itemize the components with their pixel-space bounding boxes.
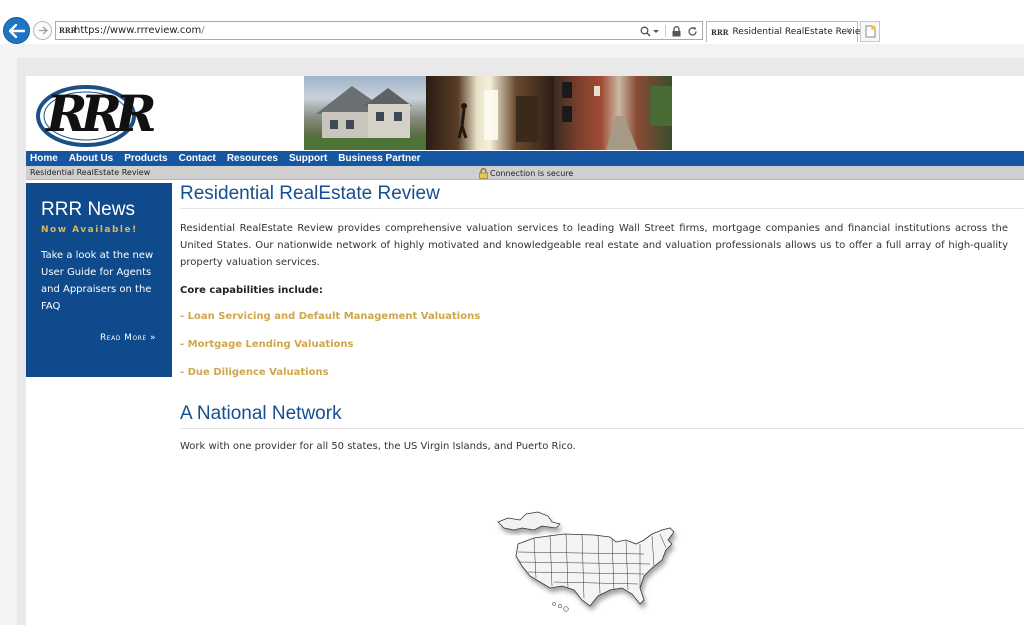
us-map-image [494, 504, 690, 614]
news-badge: Now Available! [41, 225, 138, 235]
site-favicon: RRR [59, 26, 77, 35]
address-bar[interactable]: RRR https://www.rrreview.com/ [55, 21, 703, 40]
search-icon [640, 26, 651, 37]
web-page: RRR Home About Us Products Contact Resou… [26, 76, 1024, 625]
forward-button[interactable] [33, 21, 52, 40]
header-banner [304, 76, 672, 150]
lock-icon [672, 25, 681, 36]
breadcrumb: Residential RealEstate Review [30, 168, 151, 177]
browser-chrome: RRR https://www.rrreview.com/ RRR Reside… [0, 0, 1024, 44]
capability-item[interactable]: - Due Diligence Valuations [180, 367, 1024, 378]
intro-paragraph: Residential RealEstate Review provides c… [180, 223, 1008, 268]
nav-contact[interactable]: Contact [179, 153, 216, 164]
nav-resources[interactable]: Resources [227, 153, 278, 164]
main-content: Residential RealEstate Review Residentia… [180, 183, 1024, 452]
news-title: RRR News [41, 199, 135, 220]
site-logo[interactable]: RRR [34, 80, 157, 148]
url-host: https://www.rrreview.com [74, 25, 202, 36]
refresh-button[interactable] [687, 26, 698, 37]
nav-about-us[interactable]: About Us [69, 153, 113, 164]
secure-text: Connection is secure [490, 168, 574, 178]
news-blurb: Take a look at the new User Guide for Ag… [41, 250, 154, 312]
address-tools [640, 24, 698, 38]
house-photo [304, 76, 426, 150]
interior-photo [426, 76, 554, 150]
search-button[interactable] [640, 26, 659, 37]
new-tab-icon [865, 25, 875, 38]
new-tab-button[interactable] [860, 21, 880, 42]
dropdown-arrow-icon [653, 29, 659, 33]
news-box: RRR News Now Available! Take a look at t… [26, 183, 172, 377]
core-capabilities-heading: Core capabilities include: [180, 285, 323, 296]
status-bar: Residential RealEstate Review Connection… [26, 166, 1024, 180]
nav-home[interactable]: Home [30, 153, 58, 164]
nav-products[interactable]: Products [124, 153, 167, 164]
nav-support[interactable]: Support [289, 153, 327, 164]
close-icon[interactable]: × [846, 25, 852, 37]
lock-icon [479, 167, 488, 179]
back-button[interactable] [3, 17, 30, 44]
back-arrow-icon [8, 23, 25, 38]
browser-tab-active[interactable]: RRR Residential RealEstate Review × [706, 21, 868, 42]
network-title: A National Network [180, 403, 1024, 429]
refresh-icon [688, 26, 697, 36]
url-path: / [201, 25, 205, 36]
street-photo [554, 76, 672, 150]
page-title: Residential RealEstate Review [180, 183, 1024, 209]
forward-arrow-icon [38, 26, 48, 35]
capabilities-list: - Loan Servicing and Default Management … [180, 311, 1024, 378]
network-paragraph: Work with one provider for all 50 states… [180, 441, 576, 452]
tools-divider [665, 25, 666, 37]
capability-item[interactable]: - Loan Servicing and Default Management … [180, 311, 1024, 322]
main-nav: Home About Us Products Contact Resources… [26, 151, 1024, 166]
address-url[interactable]: https://www.rrreview.com/ [74, 25, 205, 36]
secure-indicator: Connection is secure [479, 167, 573, 179]
tab-favicon: RRR [711, 27, 729, 37]
nav-business-partner[interactable]: Business Partner [338, 153, 420, 164]
logo-text: RRR [46, 84, 157, 143]
security-lock[interactable] [672, 25, 681, 37]
capability-item[interactable]: - Mortgage Lending Valuations [180, 339, 1024, 350]
read-more-link[interactable]: Read More » [100, 333, 156, 343]
